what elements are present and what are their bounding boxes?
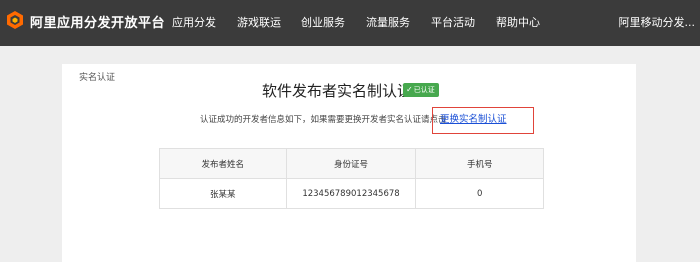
page-title: 软件发布者实名制认证 — [262, 82, 413, 100]
table-row: 张某某 123456789012345678 0 — [159, 178, 544, 209]
table-header-row: 发布者姓名 身份证号 手机号 — [159, 148, 544, 179]
publisher-info-table: 发布者姓名 身份证号 手机号 张某某 123456789012345678 0 — [159, 148, 544, 209]
column-header-phone: 手机号 — [415, 148, 544, 179]
nav-item-startup-services[interactable]: 创业服务 — [301, 14, 345, 30]
brand-logo-icon[interactable] — [5, 10, 25, 30]
nav-item-traffic-services[interactable]: 流量服务 — [366, 14, 410, 30]
cell-phone: 0 — [415, 178, 544, 209]
verified-badge: ✓ 已认证 — [403, 83, 439, 97]
column-header-id-number: 身份证号 — [285, 148, 417, 179]
nav-item-app-distribution[interactable]: 应用分发 — [172, 14, 216, 30]
change-verification-link[interactable]: 更换实名制认证 — [440, 111, 507, 125]
brand-name[interactable]: 阿里应用分发开放平台 — [30, 12, 165, 31]
nav-item-game-joint-operation[interactable]: 游戏联运 — [237, 14, 281, 30]
breadcrumb: 实名认证 — [79, 73, 116, 83]
nav-item-platform-activities[interactable]: 平台活动 — [431, 14, 475, 30]
cell-publisher-name: 张某某 — [159, 178, 287, 209]
verified-badge-label: 已认证 — [413, 86, 435, 94]
info-text: 认证成功的开发者信息如下，如果需要更换开发者实名认证请点击 — [200, 115, 447, 125]
account-menu[interactable]: 阿里移动分发... — [619, 14, 696, 30]
top-navigation-bar: 阿里应用分发开放平台 应用分发 游戏联运 创业服务 流量服务 平台活动 帮助中心… — [0, 0, 700, 46]
check-icon: ✓ — [406, 85, 413, 94]
content-card: 实名认证 软件发布者实名制认证 ✓ 已认证 认证成功的开发者信息如下，如果需要更… — [62, 64, 636, 262]
nav-item-help-center[interactable]: 帮助中心 — [496, 14, 540, 30]
cell-id-number: 123456789012345678 — [285, 178, 417, 209]
column-header-name: 发布者姓名 — [159, 148, 287, 179]
